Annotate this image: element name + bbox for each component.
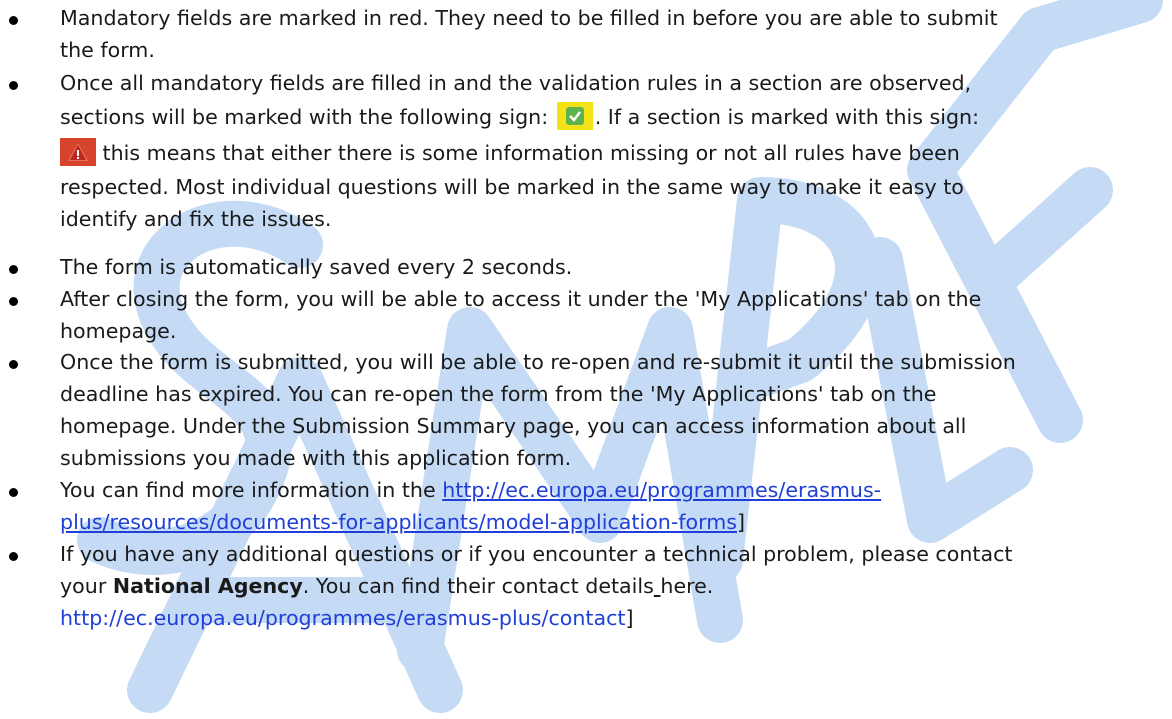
resubmit-text-line-4: submissions you made with this applicati… xyxy=(60,446,572,470)
bullet-icon xyxy=(9,16,18,25)
list-item-after-close: After closing the form, you will be able… xyxy=(9,283,1155,347)
resubmit-text-line-2: deadline has expired. You can re-open th… xyxy=(60,382,937,406)
contact-text-line-3: http://ec.europa.eu/programmes/erasmus-p… xyxy=(60,602,1155,634)
contact-link-suffix: ] xyxy=(625,606,634,630)
more-info-suffix: ] xyxy=(737,510,746,534)
autosave-text: The form is automatically saved every 2 … xyxy=(60,255,573,279)
mandatory-text-line-2: the form. xyxy=(60,38,155,62)
warning-badge-icon xyxy=(60,138,96,166)
check-badge-icon xyxy=(556,102,593,130)
after-close-text-line-1: After closing the form, you will be able… xyxy=(60,287,982,311)
validation-text-line-3: this means that either there is some inf… xyxy=(60,135,1155,171)
list-item-more-info: You can find more information in the htt… xyxy=(9,474,1155,538)
bullet-icon xyxy=(9,552,18,561)
national-agency-label: National Agency xyxy=(112,574,303,598)
list-item-resubmit: Once the form is submitted, you will be … xyxy=(9,346,1155,474)
resubmit-text-line-1: Once the form is submitted, you will be … xyxy=(60,350,1016,374)
more-info-prefix: You can find more information in the xyxy=(60,478,443,502)
validation-text-line-2b: . If a section is marked with this sign: xyxy=(594,105,980,129)
contact-text-mid: . You can find their contact details xyxy=(302,574,654,598)
validation-text-line-5: identify and fix the issues. xyxy=(60,207,332,231)
contact-text-line-2: your National Agency. You can find their… xyxy=(60,570,1155,602)
model-application-forms-link-cont[interactable]: plus/resources/documents-for-applicants/… xyxy=(60,510,737,534)
validation-text-line-2: sections will be marked with the followi… xyxy=(60,99,1155,135)
after-close-text-line-2: homepage. xyxy=(60,319,177,343)
more-info-line-2: plus/resources/documents-for-applicants/… xyxy=(60,506,1155,538)
validation-text-line-1: Once all mandatory fields are filled in … xyxy=(60,71,972,95)
bullet-icon xyxy=(9,265,18,274)
bullet-icon xyxy=(9,488,18,497)
bullet-icon xyxy=(9,297,18,306)
validation-text-line-3-text: this means that either there is some inf… xyxy=(96,141,960,165)
validation-text-line-2a: sections will be marked with the followi… xyxy=(60,105,555,129)
model-application-forms-link[interactable]: http://ec.europa.eu/programmes/erasmus- xyxy=(442,478,881,502)
mandatory-text-line-1: Mandatory fields are marked in red. They… xyxy=(60,6,998,30)
contact-text-prefix: your xyxy=(60,574,113,598)
resubmit-text-line-3: homepage. Under the Submission Summary p… xyxy=(60,414,967,438)
list-item-autosave: The form is automatically saved every 2 … xyxy=(9,251,1155,283)
list-item-validation: Once all mandatory fields are filled in … xyxy=(9,67,1155,235)
bullet-icon xyxy=(9,360,18,369)
list-item-mandatory: Mandatory fields are marked in red. They… xyxy=(9,2,1155,66)
contact-text-line-1: If you have any additional questions or … xyxy=(60,542,1013,566)
validation-text-line-4: respected. Most individual questions wil… xyxy=(60,175,964,199)
contact-text-end: here. xyxy=(660,574,714,598)
list-item-contact: If you have any additional questions or … xyxy=(9,538,1155,634)
contact-link[interactable]: http://ec.europa.eu/programmes/erasmus-p… xyxy=(60,606,626,630)
more-info-line-1: You can find more information in the htt… xyxy=(60,474,1155,506)
bullet-icon xyxy=(9,81,18,90)
